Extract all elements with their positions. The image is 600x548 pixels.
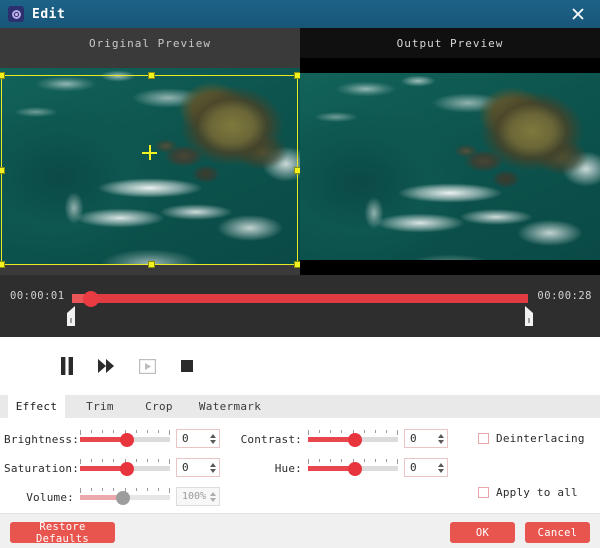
deinterlacing-label: Deinterlacing <box>496 432 585 445</box>
output-preview-pane[interactable] <box>300 58 600 275</box>
hue-spinner[interactable]: 0 <box>404 458 448 477</box>
contrast-slider[interactable] <box>308 430 398 447</box>
timeline-bar: 00:00:01 00:00:28 <box>0 275 600 337</box>
deinterlacing-checkbox[interactable] <box>478 433 489 444</box>
saturation-slider[interactable] <box>80 459 170 476</box>
saturation-spinner[interactable]: 0 <box>176 458 220 477</box>
close-icon[interactable] <box>556 0 600 28</box>
hue-slider-knob[interactable] <box>348 461 362 476</box>
timeline-end-time: 00:00:28 <box>537 290 592 302</box>
contrast-spinner[interactable]: 0 <box>404 429 448 448</box>
deinterlacing-checkbox-row[interactable]: Deinterlacing <box>478 432 585 445</box>
app-target-icon <box>8 6 24 22</box>
contrast-slider-knob[interactable] <box>348 432 362 447</box>
hue-value: 0 <box>410 461 417 474</box>
volume-effect-slider-knob[interactable] <box>116 490 130 505</box>
window-title: Edit <box>32 6 66 22</box>
saturation-value: 0 <box>182 461 189 474</box>
crop-center-crosshair-icon <box>142 145 157 160</box>
fast-forward-icon[interactable] <box>95 353 119 379</box>
brightness-slider-knob[interactable] <box>120 432 134 447</box>
hue-label: Hue: <box>274 462 302 475</box>
original-preview-pane[interactable] <box>0 58 300 275</box>
apply-to-all-label: Apply to all <box>496 486 578 499</box>
timeline-start-time: 00:00:01 <box>10 290 65 302</box>
tab-trim[interactable]: Trim <box>75 395 125 418</box>
tab-crop[interactable]: Crop <box>136 395 182 418</box>
hue-slider[interactable] <box>308 459 398 476</box>
volume-spinner[interactable]: 100% <box>176 487 220 506</box>
preview-headers: Original Preview Output Preview <box>0 28 600 58</box>
preview-area <box>0 58 600 275</box>
timeline-trim-out-handle[interactable] <box>524 306 534 326</box>
output-video-frame <box>300 73 600 260</box>
timeline-playhead-knob[interactable] <box>83 290 99 307</box>
brightness-spinner[interactable]: 0 <box>176 429 220 448</box>
brightness-label: Brightness: <box>4 433 80 446</box>
title-bar: Edit <box>0 0 600 28</box>
brightness-slider[interactable] <box>80 430 170 447</box>
saturation-stepper-arrows[interactable] <box>206 460 219 475</box>
volume-stepper-arrows[interactable] <box>206 489 219 504</box>
original-video-frame <box>0 68 300 265</box>
volume-effect-slider[interactable] <box>80 488 170 505</box>
effect-panel: Brightness: 0 Contrast: 0 Deinterlacing <box>0 418 600 513</box>
stop-icon[interactable] <box>175 353 199 379</box>
saturation-label: Saturation: <box>4 462 80 475</box>
cancel-button[interactable]: Cancel <box>525 522 590 543</box>
apply-to-all-checkbox[interactable] <box>478 487 489 498</box>
brightness-value: 0 <box>182 432 189 445</box>
volume-value: 100% <box>182 491 207 502</box>
ok-button[interactable]: OK <box>450 522 515 543</box>
contrast-value: 0 <box>410 432 417 445</box>
edit-dialog: Edit Original Preview Output Preview 00:… <box>0 0 600 548</box>
volume-label: Volume: <box>26 491 74 504</box>
hue-stepper-arrows[interactable] <box>434 460 447 475</box>
pause-icon[interactable] <box>55 353 79 379</box>
dialog-footer: Restore Defaults OK Cancel <box>0 513 600 548</box>
playback-controls: 00:00:00 00:00:28 <box>0 337 600 396</box>
contrast-stepper-arrows[interactable] <box>434 431 447 446</box>
saturation-slider-knob[interactable] <box>120 461 134 476</box>
contrast-label: Contrast: <box>240 433 302 446</box>
tab-watermark[interactable]: Watermark <box>190 395 270 418</box>
timeline-trim-in-handle[interactable] <box>66 306 76 326</box>
timeline-selected-range <box>90 294 528 303</box>
snapshot-icon <box>135 353 159 379</box>
apply-to-all-checkbox-row[interactable]: Apply to all <box>478 486 578 499</box>
tab-bar: Effect Trim Crop Watermark <box>0 395 600 419</box>
timeline-track[interactable] <box>72 290 528 307</box>
restore-defaults-button[interactable]: Restore Defaults <box>10 521 115 545</box>
brightness-stepper-arrows[interactable] <box>206 431 219 446</box>
output-preview-label: Output Preview <box>300 28 600 58</box>
tab-effect[interactable]: Effect <box>8 395 65 418</box>
original-preview-label: Original Preview <box>0 28 300 58</box>
